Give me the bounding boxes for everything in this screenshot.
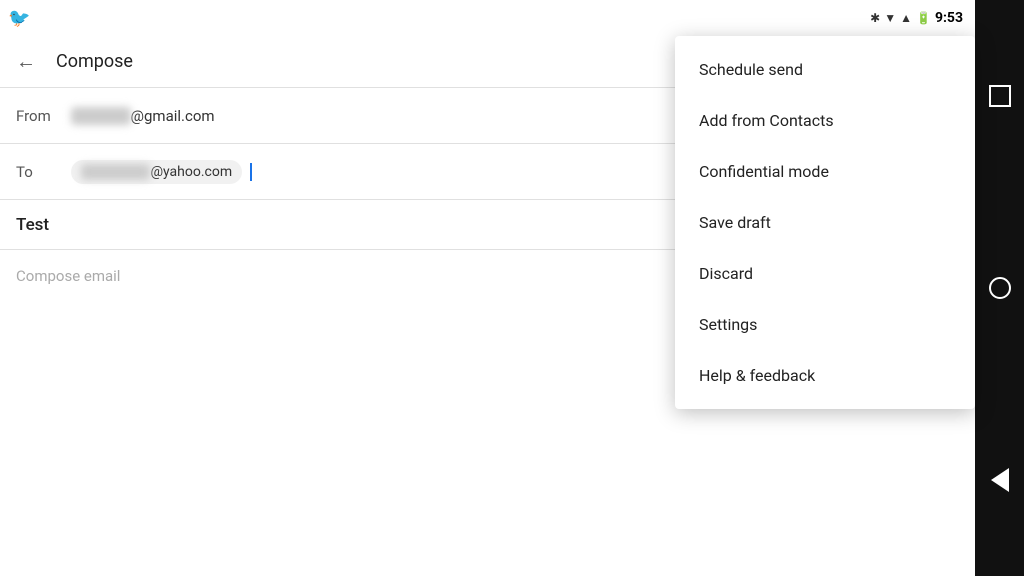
- from-email-domain: @gmail.com: [131, 107, 215, 125]
- menu-item-confidential[interactable]: Confidential mode: [675, 146, 975, 197]
- subject-value[interactable]: Test: [16, 215, 49, 235]
- signal-icon: ▲: [900, 11, 912, 25]
- menu-item-help-feedback[interactable]: Help & feedback: [675, 350, 975, 401]
- menu-item-add-contacts[interactable]: Add from Contacts: [675, 95, 975, 146]
- menu-item-schedule-send[interactable]: Schedule send: [675, 44, 975, 95]
- to-email-domain: @yahoo.com: [150, 164, 232, 180]
- to-label: To: [16, 163, 71, 181]
- page-title: Compose: [56, 51, 133, 72]
- menu-item-discard[interactable]: Discard: [675, 248, 975, 299]
- nav-square-button[interactable]: [984, 80, 1016, 112]
- battery-icon: 🔋: [916, 11, 931, 25]
- to-chip[interactable]: xxxxxxxxxx@yahoo.com: [71, 160, 242, 184]
- menu-item-settings[interactable]: Settings: [675, 299, 975, 350]
- circle-icon: [989, 277, 1011, 299]
- status-bar-right: ✱ ▼ ▲ 🔋 9:53: [870, 10, 963, 26]
- to-cursor: [250, 163, 252, 181]
- from-label: From: [16, 107, 71, 125]
- from-email-blurred: xxxxxxxx: [71, 107, 131, 125]
- menu-item-save-draft[interactable]: Save draft: [675, 197, 975, 248]
- nav-home-button[interactable]: [984, 272, 1016, 304]
- clock: 9:53: [935, 10, 963, 26]
- to-email-blurred: xxxxxxxxxx: [81, 164, 150, 180]
- context-menu: Schedule send Add from Contacts Confiden…: [675, 36, 975, 409]
- nav-bar: [975, 0, 1024, 576]
- wifi-icon: ▼: [884, 11, 896, 25]
- status-bar-left: 🐦: [8, 8, 30, 29]
- twitter-icon: 🐦: [8, 8, 30, 29]
- triangle-icon: [991, 468, 1009, 492]
- nav-back-button[interactable]: [984, 464, 1016, 496]
- back-button[interactable]: ←: [16, 49, 36, 74]
- body-placeholder: Compose email: [16, 267, 120, 285]
- square-icon: [989, 85, 1011, 107]
- phone-screen: 🐦 ✱ ▼ ▲ 🔋 9:53 ← Compose From xxxxxxxx@g…: [0, 0, 975, 576]
- bluetooth-icon: ✱: [870, 11, 880, 25]
- status-bar: 🐦 ✱ ▼ ▲ 🔋 9:53: [0, 0, 975, 36]
